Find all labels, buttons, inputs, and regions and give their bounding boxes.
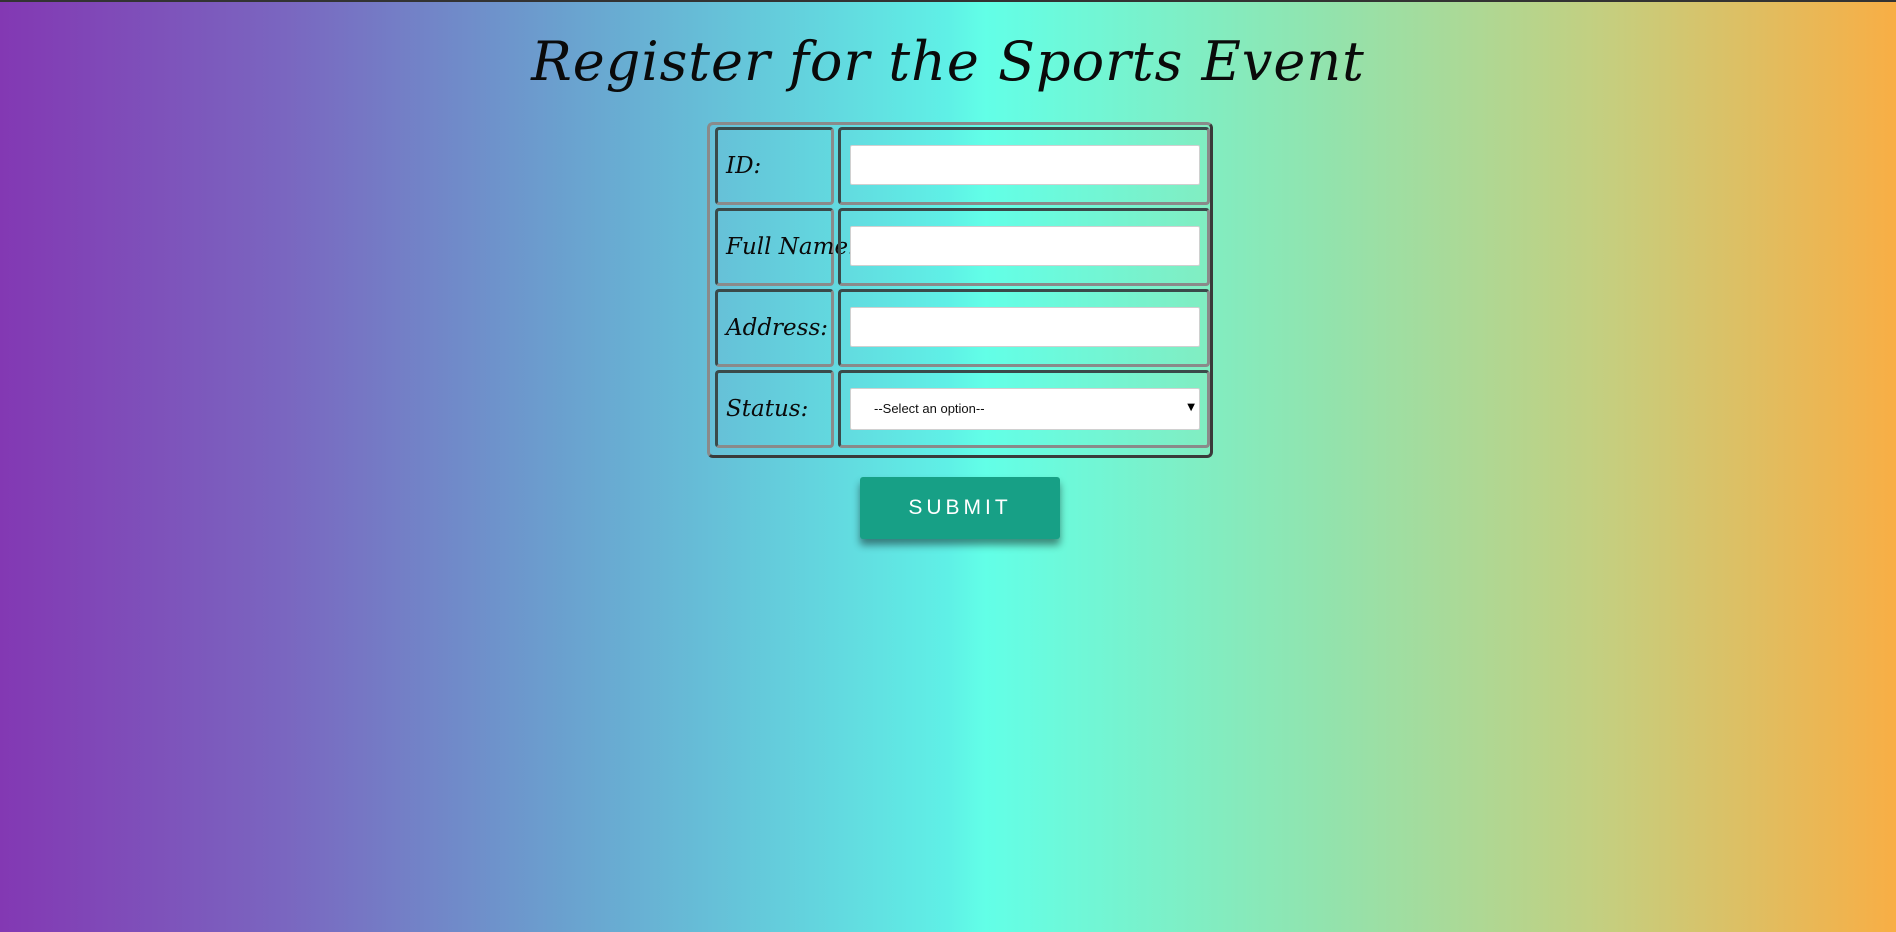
- label-cell-full-name: Full Name:: [715, 208, 856, 286]
- page-title: Register for the Sports Event: [531, 30, 1365, 93]
- full-name-label: Full Name:: [726, 234, 856, 260]
- label-cell-id: ID:: [715, 127, 834, 205]
- form-row-status: Status: --Select an option-- ▼: [715, 370, 1210, 448]
- input-cell-address: [838, 289, 1210, 367]
- status-select[interactable]: --Select an option-- ▼: [850, 388, 1200, 430]
- form-row-id: ID:: [715, 127, 1210, 205]
- form-row-address: Address:: [715, 289, 1210, 367]
- id-label: ID:: [726, 153, 762, 179]
- label-cell-status: Status:: [715, 370, 834, 448]
- registration-form-table: ID: Full Name: Address: Status: --Select…: [707, 122, 1213, 458]
- status-select-value: --Select an option--: [874, 401, 985, 416]
- input-cell-full-name: [838, 208, 1210, 286]
- address-input[interactable]: [850, 307, 1200, 347]
- form-row-full-name: Full Name:: [715, 208, 1210, 286]
- address-label: Address:: [726, 315, 829, 341]
- triangle-down-icon: ▼: [1187, 402, 1195, 413]
- input-cell-status: --Select an option-- ▼: [838, 370, 1210, 448]
- status-label: Status:: [726, 396, 809, 422]
- id-input[interactable]: [850, 145, 1200, 185]
- full-name-input[interactable]: [850, 226, 1200, 266]
- input-cell-id: [838, 127, 1210, 205]
- label-cell-address: Address:: [715, 289, 834, 367]
- submit-button[interactable]: SUBMIT: [860, 477, 1060, 539]
